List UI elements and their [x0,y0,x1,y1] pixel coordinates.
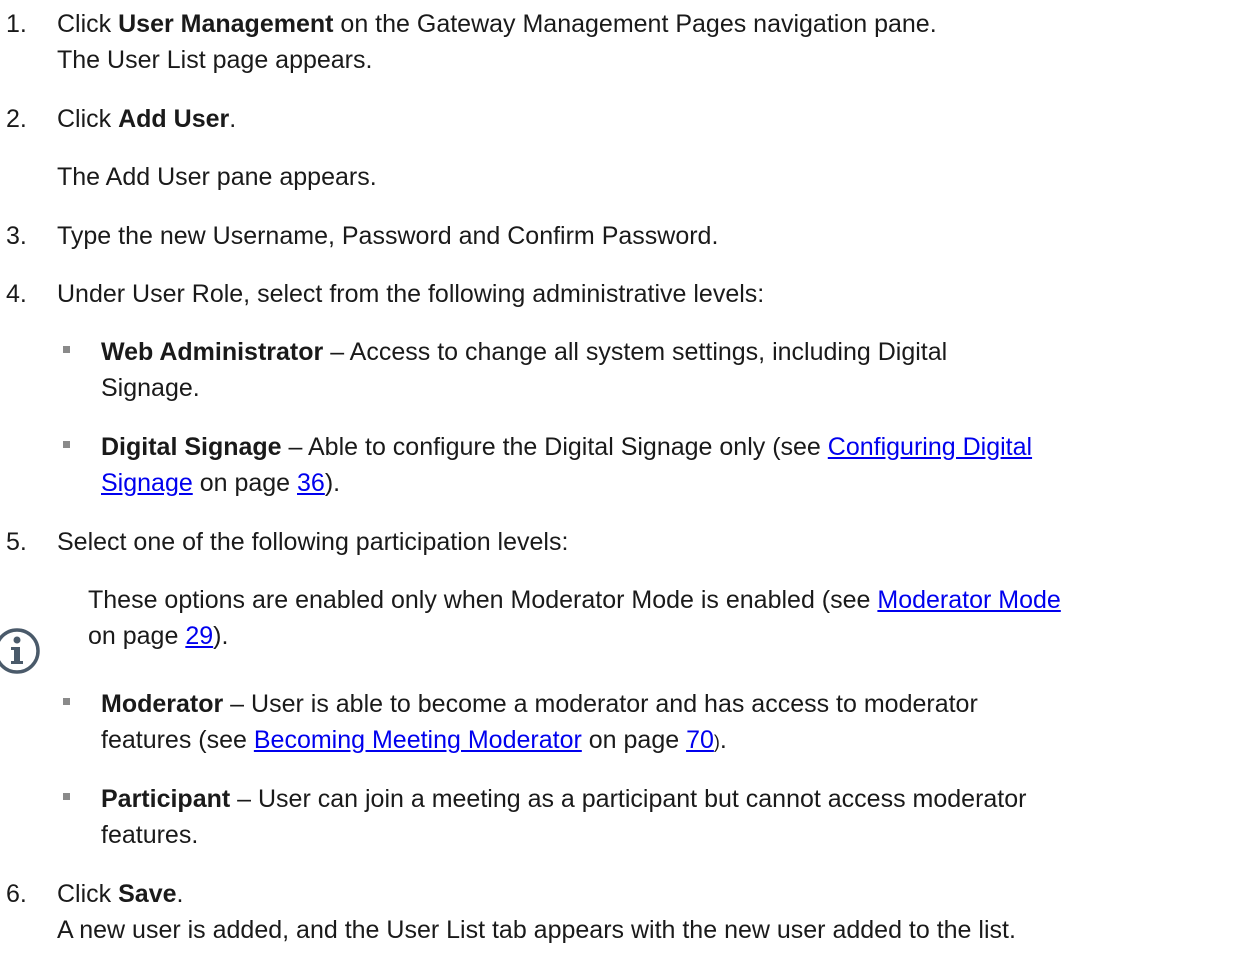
role-name: Moderator [101,690,224,718]
step-number: 4. [6,280,27,308]
becoming-meeting-moderator-link[interactable]: Becoming Meeting Moderator [254,726,582,754]
step-number: 2. [6,105,27,133]
square-bullet-icon [63,346,70,353]
step-number: 6. [6,880,27,908]
moderator-mode-link[interactable]: Moderator Mode [877,586,1060,614]
step-result: The Add User pane appears. [57,163,377,191]
step-text: Type the new Username, Password and Conf… [57,222,719,250]
square-bullet-icon [63,698,70,705]
role-name: Digital Signage [101,433,282,461]
step-text: Click Add User. [57,105,237,133]
role-name: Web Administrator [101,338,324,366]
step-number: 3. [6,222,27,250]
step-number: 5. [6,528,27,556]
step-result: A new user is added, and the User List t… [57,916,1016,944]
role-name: Participant [101,785,231,813]
configuring-digital-signage-link[interactable]: Configuring Digital [828,433,1032,461]
step-result: The User List page appears. [57,46,373,74]
square-bullet-icon [63,441,70,448]
step-text: Under User Role, select from the followi… [57,280,765,308]
ui-term: User Management [118,10,334,38]
info-icon [0,628,40,674]
step-text: Select one of the following participatio… [57,528,569,556]
ui-term: Add User [118,105,230,133]
step-number: 1. [6,10,27,38]
page-29-link[interactable]: 29 [185,622,213,650]
square-bullet-icon [63,793,70,800]
page-36-link[interactable]: 36 [297,469,325,497]
step-text: Click User Management on the Gateway Man… [57,10,937,38]
configuring-digital-signage-link-cont[interactable]: Signage [101,469,193,497]
page-70-link[interactable]: 70 [686,726,714,754]
ui-term: Save [118,880,177,908]
step-text: Click Save. [57,880,184,908]
